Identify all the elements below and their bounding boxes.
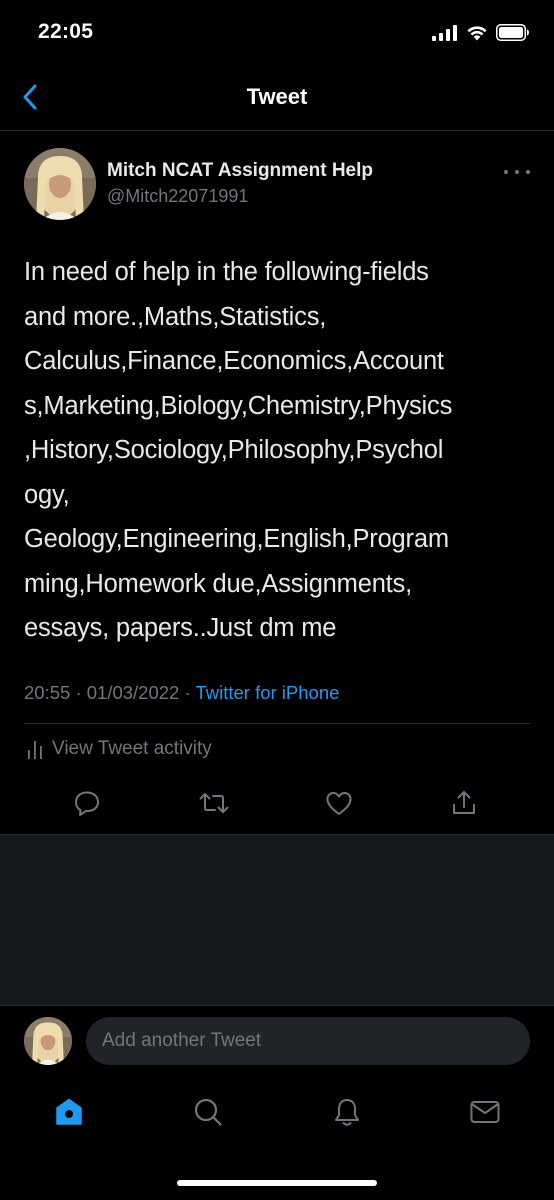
- home-icon: [56, 1098, 82, 1125]
- home-indicator[interactable]: [177, 1180, 377, 1186]
- author-handle[interactable]: @Mitch22071991: [107, 186, 248, 207]
- tweet-time: 20:55: [24, 682, 71, 703]
- view-tweet-activity-button[interactable]: View Tweet activity: [26, 738, 212, 760]
- avatar-image: [24, 1017, 72, 1065]
- tweet-source-link[interactable]: Twitter for iPhone: [195, 682, 339, 703]
- search-icon: [194, 1098, 222, 1126]
- tweet-meta: 20:55 · 01/03/2022 · Twitter for iPhone: [24, 682, 339, 704]
- reply-button[interactable]: [70, 786, 104, 820]
- more-options-button[interactable]: [500, 162, 534, 182]
- cellular-signal-icon: [432, 24, 457, 41]
- nav-header: Tweet: [0, 64, 554, 131]
- heart-icon: [326, 792, 352, 815]
- more-dot: [515, 170, 519, 174]
- bar-chart-icon: [28, 741, 42, 759]
- more-horizontal-icon: [504, 170, 508, 174]
- retweet-icon: [199, 793, 229, 813]
- status-time: 22:05: [38, 20, 94, 43]
- battery-icon: [496, 24, 529, 41]
- activity-label: View Tweet activity: [52, 738, 212, 759]
- like-button[interactable]: [322, 786, 356, 820]
- tweet-date: 01/03/2022: [86, 682, 180, 703]
- tab-home[interactable]: [51, 1094, 87, 1130]
- share-button[interactable]: [447, 786, 481, 820]
- tweet-text: In need of help in the following-fields …: [24, 258, 453, 642]
- page-title: Tweet: [246, 84, 308, 109]
- author-name[interactable]: Mitch NCAT Assignment Help: [107, 160, 373, 182]
- status-icons: [432, 24, 530, 41]
- retweet-button[interactable]: [197, 786, 231, 820]
- replies-empty-area: [0, 834, 554, 1006]
- share-icon: [453, 791, 475, 814]
- meta-separator: ·: [75, 682, 82, 703]
- tab-messages[interactable]: [467, 1094, 503, 1130]
- add-tweet-input[interactable]: Add another Tweet: [86, 1017, 530, 1065]
- tab-notifications[interactable]: [329, 1094, 365, 1130]
- meta-separator: ·: [184, 682, 191, 703]
- author-avatar[interactable]: [24, 148, 96, 220]
- mail-icon: [470, 1101, 500, 1123]
- my-avatar[interactable]: [24, 1017, 72, 1065]
- bell-icon: [335, 1099, 359, 1126]
- reply-icon: [75, 791, 99, 816]
- more-dot: [526, 170, 530, 174]
- avatar-image: [24, 148, 96, 220]
- divider: [24, 723, 530, 724]
- tab-search[interactable]: [190, 1094, 226, 1130]
- wifi-icon: [467, 26, 487, 41]
